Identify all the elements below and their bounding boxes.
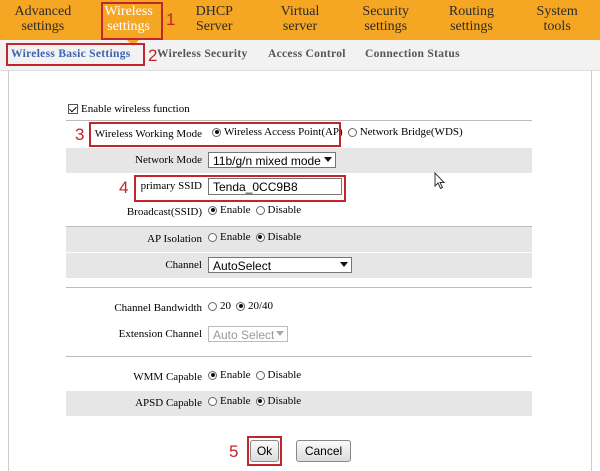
broadcast-disable-label: Disable: [267, 204, 302, 216]
annotation-number: 1: [166, 10, 176, 29]
chevron-down-icon: [276, 331, 284, 336]
nav-label-line2: tools: [543, 19, 571, 34]
bandwidth-label: Channel Bandwidth: [114, 302, 202, 314]
channel-field: AutoSelect: [208, 257, 352, 273]
highlight-box-wireless-settings: [101, 2, 163, 40]
network-mode-value: 11b/g/n mixed mode: [213, 154, 321, 168]
ap-isolation-enable-label: Enable: [220, 231, 251, 243]
bandwidth-2040-label: 20/40: [248, 300, 274, 312]
highlight-box-working-mode: [89, 122, 341, 147]
top-nav: Advanced settings Wireless settings DHCP…: [0, 0, 600, 40]
apsd-disable-label: Disable: [267, 395, 302, 407]
divider: [66, 287, 532, 288]
wmm-label: WMM Capable: [133, 371, 202, 383]
channel-label: Channel: [165, 259, 202, 271]
apsd-row: APSD Capable Enable Disable: [66, 391, 532, 416]
wmm-enable-radio[interactable]: [208, 370, 217, 380]
broadcast-enable-label: Enable: [220, 204, 251, 216]
broadcast-label: Broadcast(SSID): [126, 206, 202, 218]
apsd-disable-radio[interactable]: [255, 396, 265, 406]
ap-isolation-row: AP Isolation Enable Disable: [66, 227, 532, 252]
bandwidth-20-radio[interactable]: [208, 301, 217, 311]
ap-isolation-disable-label: Disable: [267, 231, 302, 243]
wmm-disable-radio[interactable]: [255, 370, 265, 380]
nav-dhcp-server[interactable]: DHCP Server: [171, 0, 257, 40]
nav-system-tools[interactable]: System tools: [514, 0, 600, 40]
broadcast-row: Broadcast(SSID) Enable Disable: [66, 200, 532, 225]
tab-access-control[interactable]: Access Control: [268, 48, 346, 60]
bandwidth-options: 20 20/40: [208, 300, 278, 312]
tab-connection-status[interactable]: Connection Status: [365, 48, 460, 60]
annotation-number: 5: [229, 442, 239, 461]
apsd-enable-radio[interactable]: [208, 396, 217, 406]
extension-channel-value: Auto Select: [213, 328, 275, 342]
broadcast-disable-radio[interactable]: [255, 205, 265, 215]
bandwidth-row: Channel Bandwidth 20 20/40: [66, 296, 532, 321]
network-mode-select[interactable]: 11b/g/n mixed mode: [208, 152, 336, 168]
nav-label-line2: settings: [450, 19, 493, 34]
nav-advanced-settings[interactable]: Advanced settings: [0, 0, 86, 40]
nav-label-line1: Virtual: [280, 4, 320, 19]
divider: [66, 120, 532, 121]
enable-wireless-label: Enable wireless function: [81, 103, 190, 115]
nav-label-line2: settings: [364, 19, 408, 34]
wmm-disable-label: Disable: [267, 369, 302, 381]
highlight-box-ssid: [134, 175, 346, 202]
nav-label-line1: System: [536, 4, 578, 19]
apsd-label: APSD Capable: [135, 397, 202, 409]
tab-wireless-security[interactable]: Wireless Security: [157, 48, 248, 60]
bandwidth-2040-radio[interactable]: [236, 301, 245, 311]
nav-label-line2: server: [282, 19, 318, 34]
highlight-box-basic-settings: [6, 43, 145, 66]
nav-virtual-server[interactable]: Virtual server: [257, 0, 343, 40]
broadcast-options: Enable Disable: [208, 204, 306, 216]
annotation-number: 3: [75, 125, 85, 144]
nav-label-line1: DHCP: [195, 4, 233, 19]
nav-label-line1: Security: [362, 4, 410, 19]
nav-security-settings[interactable]: Security settings: [343, 0, 429, 40]
channel-value: AutoSelect: [213, 259, 272, 273]
network-mode-label: Network Mode: [135, 154, 202, 166]
annotation-number: 2: [148, 46, 158, 65]
extension-channel-row: Extension Channel Auto Select: [66, 322, 532, 347]
wmm-options: Enable Disable: [208, 369, 306, 381]
nav-label-line1: Advanced: [14, 4, 72, 19]
ap-isolation-label: AP Isolation: [147, 233, 202, 245]
network-mode-row: Network Mode 11b/g/n mixed mode: [66, 148, 532, 173]
extension-channel-select: Auto Select: [208, 326, 288, 342]
apsd-options: Enable Disable: [208, 395, 306, 407]
nav-routing-settings[interactable]: Routing settings: [429, 0, 515, 40]
ap-isolation-options: Enable Disable: [208, 231, 306, 243]
nav-label-line2: settings: [21, 19, 65, 34]
enable-wireless-row: Enable wireless function: [68, 103, 190, 115]
highlight-box-ok: [247, 436, 282, 466]
channel-row: Channel AutoSelect: [66, 253, 532, 278]
divider: [66, 356, 532, 357]
wmm-enable-label: Enable: [220, 369, 251, 381]
chevron-down-icon: [340, 262, 348, 267]
wmm-row: WMM Capable Enable Disable: [66, 365, 532, 390]
working-mode-wds-radio[interactable]: [347, 127, 357, 137]
annotation-number: 4: [119, 178, 129, 197]
nav-label-line1: Routing: [448, 4, 495, 19]
cancel-button[interactable]: Cancel: [296, 440, 351, 462]
channel-select[interactable]: AutoSelect: [208, 257, 352, 273]
working-mode-wds-label: Network Bridge(WDS): [359, 126, 463, 138]
nav-label-line2: Server: [196, 19, 233, 34]
extension-channel-label: Extension Channel: [118, 328, 202, 340]
enable-wireless-checkbox[interactable]: [68, 104, 78, 114]
network-mode-field: 11b/g/n mixed mode: [208, 152, 336, 168]
chevron-down-icon: [324, 157, 332, 162]
apsd-enable-label: Enable: [220, 395, 251, 407]
ap-isolation-disable-radio[interactable]: [255, 232, 265, 242]
mouse-pointer-icon: [434, 172, 446, 190]
extension-channel-field: Auto Select: [208, 326, 288, 342]
bandwidth-20-label: 20: [220, 300, 231, 312]
broadcast-enable-radio[interactable]: [208, 205, 217, 215]
ap-isolation-enable-radio[interactable]: [208, 232, 217, 242]
